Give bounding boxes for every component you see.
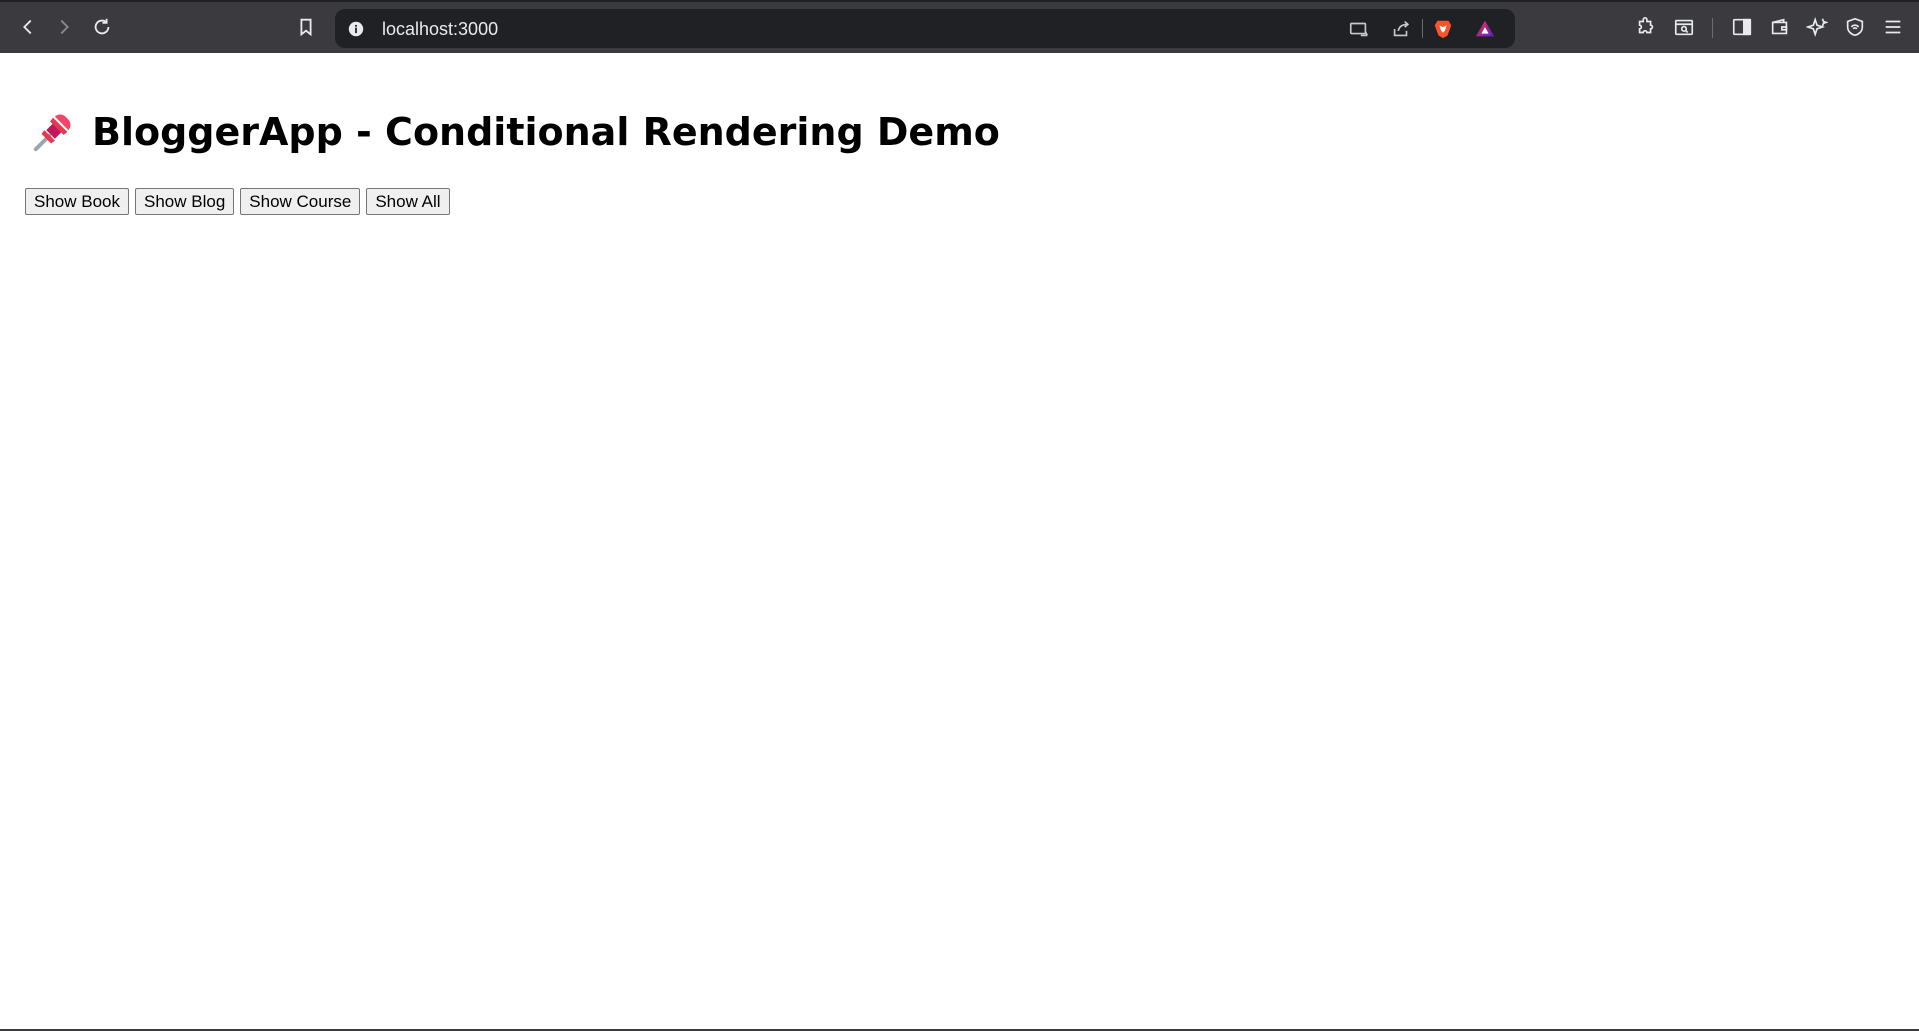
bookmark-icon[interactable] [292, 13, 320, 41]
show-course-button[interactable]: Show Course [240, 188, 361, 215]
url-text[interactable]: localhost:3000 [382, 19, 498, 40]
brave-rewards-icon[interactable] [1473, 17, 1497, 41]
brave-shields-icon[interactable] [1431, 17, 1455, 41]
pushpin-icon [30, 109, 76, 155]
page-title-text: BloggerApp - Conditional Rendering Demo [92, 110, 1000, 154]
sidebar-icon[interactable] [1728, 13, 1756, 41]
site-info-icon[interactable] [345, 18, 367, 40]
show-all-button[interactable]: Show All [366, 188, 450, 215]
cast-icon[interactable] [1347, 17, 1371, 41]
wallet-icon[interactable] [1766, 13, 1794, 41]
button-row: Show Book Show Blog Show Course Show All [25, 188, 450, 215]
menu-icon[interactable] [1879, 13, 1907, 41]
show-book-button[interactable]: Show Book [25, 188, 129, 215]
share-icon[interactable] [1389, 17, 1413, 41]
back-icon[interactable] [14, 13, 42, 41]
address-bar[interactable]: localhost:3000 [335, 9, 1515, 48]
toolbar-separator [1712, 18, 1713, 38]
page-search-icon[interactable] [1670, 13, 1698, 41]
show-blog-button[interactable]: Show Blog [135, 188, 235, 215]
reload-icon[interactable] [88, 13, 116, 41]
extensions-icon[interactable] [1632, 13, 1660, 41]
address-separator [1422, 19, 1423, 38]
page-title: BloggerApp - Conditional Rendering Demo [30, 109, 1000, 155]
browser-toolbar: localhost:3000 [0, 0, 1919, 53]
page-content: BloggerApp - Conditional Rendering Demo … [0, 53, 1919, 1029]
vpn-icon[interactable] [1841, 13, 1869, 41]
leo-ai-icon[interactable] [1803, 13, 1831, 41]
forward-icon[interactable] [50, 13, 78, 41]
